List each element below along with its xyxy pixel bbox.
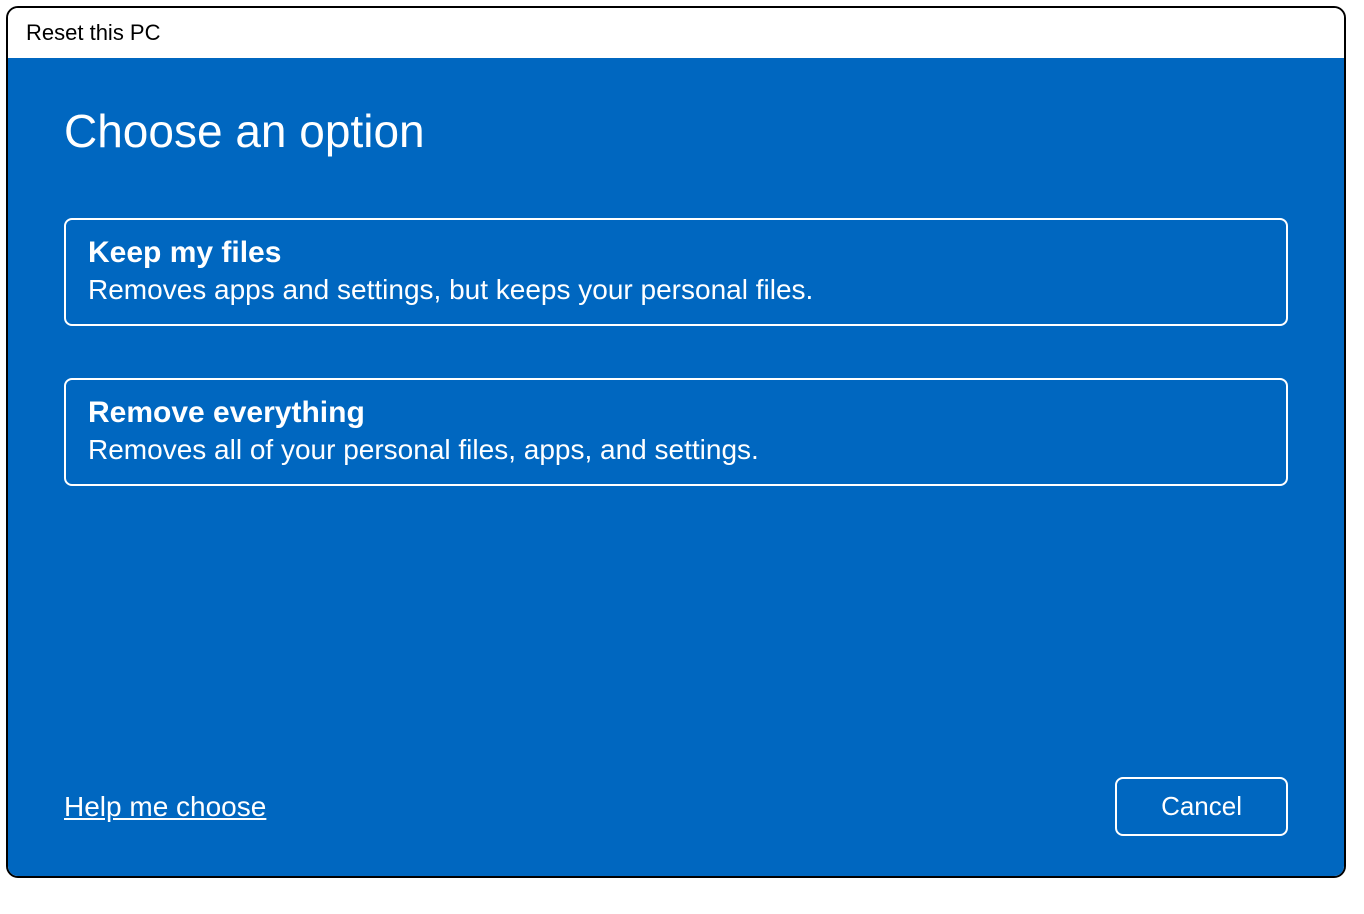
option-keep-my-files[interactable]: Keep my files Removes apps and settings,… (64, 218, 1288, 326)
page-heading: Choose an option (64, 104, 1288, 158)
option-description: Removes apps and settings, but keeps you… (88, 274, 1264, 306)
option-description: Removes all of your personal files, apps… (88, 434, 1264, 466)
dialog-footer: Help me choose Cancel (64, 777, 1288, 836)
title-bar: Reset this PC (8, 8, 1344, 58)
cancel-button[interactable]: Cancel (1115, 777, 1288, 836)
window-title: Reset this PC (26, 20, 161, 46)
help-me-choose-link[interactable]: Help me choose (64, 791, 266, 823)
option-title: Remove everything (88, 396, 1264, 430)
reset-pc-dialog: Reset this PC Choose an option Keep my f… (6, 6, 1346, 878)
options-list: Keep my files Removes apps and settings,… (64, 218, 1288, 486)
option-remove-everything[interactable]: Remove everything Removes all of your pe… (64, 378, 1288, 486)
option-title: Keep my files (88, 236, 1264, 270)
dialog-content: Choose an option Keep my files Removes a… (8, 58, 1344, 876)
